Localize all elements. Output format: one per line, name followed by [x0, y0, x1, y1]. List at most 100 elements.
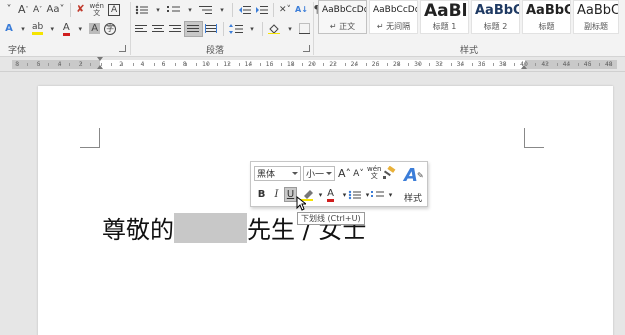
numbering-icon[interactable]	[165, 2, 183, 18]
ruler-tick	[514, 63, 516, 66]
chevron-down-icon[interactable]	[326, 172, 332, 175]
ruler-tick	[588, 63, 590, 66]
char-shading-icon[interactable]: A	[87, 21, 102, 37]
enclose-char-icon[interactable]: 字	[102, 21, 118, 37]
mini-toolbar: 黑体 小一 A˄ A˅ wén 文 B I U ▾ A ▾ ▾ ▾ A ✎ 样式	[250, 161, 428, 207]
dropdown-arrow-icon[interactable]: ▾	[215, 2, 229, 18]
justify-icon[interactable]	[184, 20, 203, 37]
font-color-button[interactable]: A	[324, 187, 337, 202]
ruler-tick	[556, 63, 558, 66]
shading-icon[interactable]	[266, 21, 283, 37]
right-indent-marker[interactable]	[521, 65, 527, 69]
style-tile-heading-1[interactable]: AaBl 标题 1	[420, 0, 469, 34]
ruler-tick	[79, 63, 81, 66]
ruler-tick	[546, 63, 547, 66]
numbering-icon[interactable]	[371, 187, 385, 202]
ruler-tick	[249, 63, 251, 66]
styles-button[interactable]: A ✎ 样式	[400, 165, 426, 205]
ruler-tick	[493, 63, 494, 66]
separator	[223, 21, 224, 36]
clear-format-icon[interactable]: ✘	[74, 2, 88, 18]
dropdown-arrow-icon[interactable]: ▾	[45, 21, 59, 37]
font-size-dropdown[interactable]: ˅	[2, 2, 16, 18]
paragraph-dialog-launcher-icon[interactable]	[303, 45, 310, 52]
horizontal-ruler[interactable]: 8642246810121416182022242628303234363840…	[0, 57, 625, 72]
grow-font-button[interactable]: A˄	[16, 2, 31, 18]
decrease-indent-icon[interactable]	[236, 2, 253, 18]
ruler-tick	[429, 63, 431, 66]
style-tile-no-spacing[interactable]: AaBbCcDd ↵ 无间隔	[369, 0, 418, 34]
ruler-tick	[323, 63, 325, 66]
ruler-tick	[567, 63, 569, 66]
shrink-font-button[interactable]: A˅	[352, 166, 365, 181]
distribute-icon[interactable]	[203, 21, 220, 37]
font-name-combo[interactable]: 黑体	[254, 166, 301, 181]
highlight-icon[interactable]: ab	[30, 21, 45, 37]
style-tile-subtitle[interactable]: AaBbC 副标题	[573, 0, 619, 34]
bullets-icon[interactable]	[348, 187, 362, 202]
group-divider	[130, 2, 131, 55]
bold-button[interactable]: B	[255, 187, 268, 202]
ruler-tick	[153, 63, 155, 66]
document-page[interactable]: 尊敬的 先生 / 女士	[38, 86, 613, 335]
ruler-tick	[37, 63, 39, 66]
align-center-icon[interactable]	[150, 21, 167, 37]
chevron-down-icon[interactable]	[292, 172, 298, 175]
hanging-indent-marker[interactable]	[97, 65, 103, 69]
style-name: 副标题	[584, 22, 608, 31]
multilevel-list-icon[interactable]	[197, 2, 215, 18]
style-tile-normal[interactable]: AaBbCcDd ↵ 正文	[318, 0, 367, 34]
mouse-pointer-icon	[296, 196, 306, 211]
ruler-tick	[440, 63, 441, 66]
style-tile-title[interactable]: AaBbC 标题	[522, 0, 571, 34]
char-border-icon[interactable]: A	[106, 2, 122, 18]
phonetic-guide-icon[interactable]: wén 文	[367, 165, 381, 180]
font-group-label: 字体	[8, 46, 27, 56]
change-case-button[interactable]: Aa˅	[45, 2, 67, 18]
bullets-icon[interactable]	[133, 2, 151, 18]
chinese-layout-icon[interactable]: ✕˅	[277, 2, 293, 18]
font-color-icon[interactable]: A	[59, 21, 73, 37]
dropdown-arrow-icon[interactable]: ▾	[183, 2, 197, 18]
ruler-tick	[90, 63, 92, 66]
format-painter-icon[interactable]	[382, 165, 396, 180]
dropdown-arrow-icon[interactable]: ▾	[16, 21, 30, 37]
phonetic-guide-icon[interactable]: wén 文	[88, 2, 106, 18]
ruler-tick	[111, 63, 113, 66]
grow-font-button[interactable]: A˄	[338, 166, 351, 181]
styles-group-label: 样式	[460, 46, 479, 56]
sort-icon[interactable]: A↓	[293, 2, 310, 18]
dropdown-arrow-icon[interactable]: ▾	[384, 187, 397, 202]
dropdown-arrow-icon[interactable]: ▾	[245, 21, 259, 37]
ruler-tick	[16, 63, 17, 66]
dropdown-arrow-icon[interactable]: ▾	[283, 21, 297, 37]
font-color-letter: A	[327, 188, 334, 202]
italic-button[interactable]: I	[270, 187, 283, 202]
line-spacing-icon[interactable]	[227, 21, 245, 37]
text-effects-icon[interactable]: A	[2, 21, 16, 37]
align-right-icon[interactable]	[167, 21, 184, 37]
increase-indent-icon[interactable]	[253, 2, 270, 18]
style-sample: AaBbCcDd	[373, 5, 418, 15]
shrink-font-button[interactable]: A˅	[31, 2, 45, 18]
ruler-tick	[355, 63, 357, 66]
style-name: ↵ 正文	[329, 22, 356, 31]
dropdown-arrow-icon[interactable]: ▾	[73, 21, 87, 37]
font-row-2: A ▾ ab ▾ A ▾ A 字	[2, 20, 118, 37]
align-left-icon[interactable]	[133, 21, 150, 37]
font-dialog-launcher-icon[interactable]	[119, 45, 126, 52]
style-sample: AaBbCcDd	[322, 5, 367, 15]
font-size-combo[interactable]: 小一	[303, 166, 335, 181]
borders-icon[interactable]	[297, 21, 313, 37]
ruler-tick	[143, 63, 145, 66]
ruler-tick	[503, 63, 505, 66]
ruler-tick	[535, 63, 537, 66]
underline-tooltip: 下划线 (Ctrl+U)	[297, 212, 365, 225]
selected-blank-field[interactable]	[174, 212, 247, 243]
first-line-indent-marker[interactable]	[97, 57, 103, 61]
ruler-tick	[132, 63, 134, 66]
ruler-tick	[206, 63, 208, 66]
style-tile-heading-2[interactable]: AaBbC 标题 2	[471, 0, 520, 34]
dropdown-arrow-icon[interactable]: ▾	[151, 2, 165, 18]
style-name: 标题 2	[483, 22, 508, 31]
